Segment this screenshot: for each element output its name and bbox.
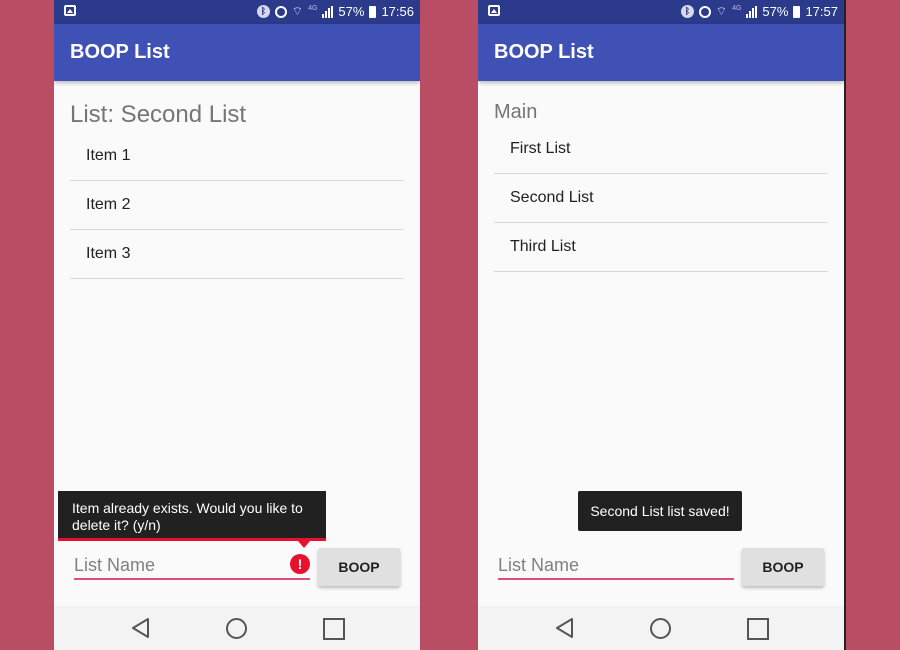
list-item[interactable]: Third List	[494, 223, 828, 272]
home-icon[interactable]	[650, 618, 671, 639]
phone-screen-right: ᛒ ⌔ 4G 57% 17:57 BOOP List Main First Li…	[478, 0, 846, 650]
battery-percent: 57%	[762, 4, 789, 19]
recents-icon[interactable]	[747, 618, 769, 640]
back-icon[interactable]	[554, 617, 576, 639]
wifi-icon: ⌔	[715, 4, 728, 18]
battery-percent: 57%	[338, 4, 365, 19]
list-item[interactable]: First List	[494, 125, 828, 174]
clock: 17:57	[805, 4, 838, 19]
status-bar: ᛒ ⌔ 4G 57% 17:56	[54, 0, 420, 24]
navigation-bar	[54, 606, 420, 650]
app-bar: BOOP List	[478, 24, 844, 81]
navigation-bar	[478, 606, 844, 650]
bluetooth-icon: ᛒ	[256, 5, 270, 18]
app-bar: BOOP List	[54, 24, 420, 81]
home-icon[interactable]	[226, 618, 247, 639]
error-popup-message: Item already exists. Would you like to d…	[72, 500, 303, 533]
list-heading: Main	[494, 101, 538, 123]
clock: 17:56	[381, 4, 414, 19]
list-item[interactable]: Item 2	[70, 181, 404, 230]
bluetooth-icon: ᛒ	[680, 5, 694, 18]
signal-icon	[322, 5, 334, 18]
boop-button[interactable]: BOOP	[318, 548, 400, 586]
boop-button[interactable]: BOOP	[742, 548, 824, 586]
toast-message: Second List list saved!	[578, 491, 742, 531]
alarm-icon	[274, 5, 287, 18]
battery-icon	[369, 5, 377, 18]
item-list: Item 1 Item 2 Item 3	[70, 132, 404, 279]
app-title: BOOP List	[494, 41, 594, 63]
recents-icon[interactable]	[323, 618, 345, 640]
gallery-icon	[64, 5, 76, 16]
network-type-icon: 4G	[732, 5, 742, 12]
alarm-icon	[698, 5, 711, 18]
list-of-lists: First List Second List Third List	[494, 125, 828, 272]
list-name-input[interactable]	[74, 552, 310, 580]
list-item[interactable]: Item 3	[70, 230, 404, 279]
error-icon: !	[290, 554, 310, 574]
list-name-input[interactable]	[498, 552, 734, 580]
list-item[interactable]: Second List	[494, 174, 828, 223]
input-row: ! BOOP	[54, 546, 420, 586]
back-icon[interactable]	[130, 617, 152, 639]
network-type-icon: 4G	[308, 5, 318, 12]
battery-icon	[793, 5, 801, 18]
status-icons: ᛒ ⌔ 4G 57% 17:56	[256, 4, 414, 19]
phone-screen-left: ᛒ ⌔ 4G 57% 17:56 BOOP List List: Second …	[54, 0, 420, 650]
app-title: BOOP List	[70, 41, 170, 63]
list-heading: List: Second List	[70, 101, 247, 128]
gallery-icon	[488, 5, 500, 16]
status-bar: ᛒ ⌔ 4G 57% 17:57	[478, 0, 844, 24]
error-popup: Item already exists. Would you like to d…	[58, 491, 326, 541]
status-icons: ᛒ ⌔ 4G 57% 17:57	[680, 4, 838, 19]
signal-icon	[746, 5, 758, 18]
input-row: BOOP	[478, 546, 844, 586]
wifi-icon: ⌔	[291, 4, 304, 18]
list-item[interactable]: Item 1	[70, 132, 404, 181]
